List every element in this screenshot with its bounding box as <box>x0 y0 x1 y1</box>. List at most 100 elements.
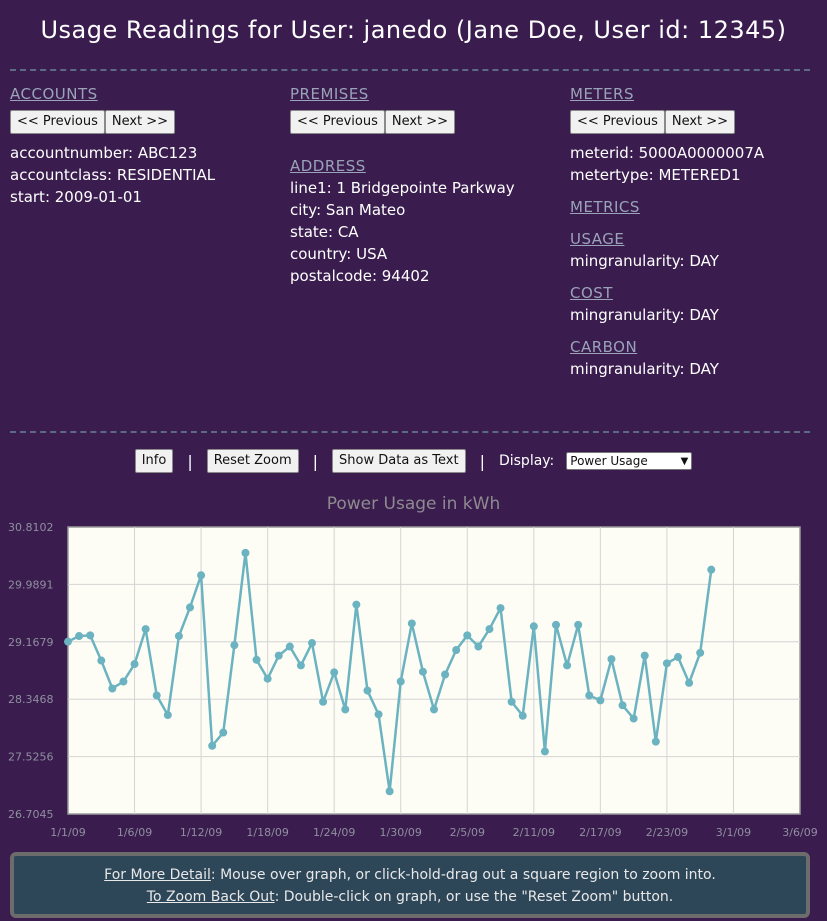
data-point <box>385 787 394 796</box>
y-tick-label: 29.9891 <box>8 578 54 591</box>
data-point <box>418 667 427 676</box>
data-point <box>152 691 161 700</box>
data-point <box>308 639 316 648</box>
data-point <box>97 656 106 665</box>
y-tick-label: 27.5256 <box>8 751 54 764</box>
data-point <box>274 651 283 660</box>
accounts-next-button[interactable]: Next >> <box>104 110 176 134</box>
data-point <box>507 697 516 706</box>
y-tick-label: 26.7045 <box>8 808 54 821</box>
x-tick-label: 1/18/09 <box>246 826 288 839</box>
metric-cost-heading[interactable]: COST <box>570 284 613 302</box>
metric-carbon-heading[interactable]: CARBON <box>570 338 637 356</box>
data-point <box>607 655 616 664</box>
meter-id-field: meterid: 5000A0000007A <box>570 144 765 162</box>
x-tick-label: 2/23/09 <box>646 826 688 839</box>
meters-previous-button[interactable]: << Previous <box>570 110 665 134</box>
chevron-down-icon: ▼ <box>680 455 689 467</box>
data-point <box>585 691 594 700</box>
address-line1-field: line1: 1 Bridgepointe Parkway <box>290 179 515 197</box>
data-point <box>396 677 405 686</box>
chart-title: Power Usage in kWh <box>326 494 501 514</box>
help-line-1: For More Detail: Mouse over graph, or cl… <box>104 867 716 883</box>
data-point <box>241 548 250 557</box>
top-divider <box>10 69 810 71</box>
data-point <box>119 677 128 686</box>
x-tick-label: 2/17/09 <box>579 826 621 839</box>
meters-next-button[interactable]: Next >> <box>664 110 736 134</box>
premises-heading[interactable]: PREMISES <box>290 85 369 103</box>
data-point <box>529 622 538 631</box>
x-tick-label: 1/1/09 <box>50 826 85 839</box>
metric-usage-heading[interactable]: USAGE <box>570 230 624 248</box>
meters-heading[interactable]: METERS <box>570 85 634 103</box>
data-point <box>474 642 483 651</box>
accounts-heading[interactable]: ACCOUNTS <box>10 85 98 103</box>
metric-usage-granularity: mingranularity: DAY <box>570 252 719 270</box>
accounts-pager: << Previous Next >> <box>10 110 270 134</box>
premises-previous-button[interactable]: << Previous <box>290 110 385 134</box>
data-point <box>163 711 172 720</box>
metrics-heading[interactable]: METRICS <box>570 198 640 216</box>
account-class-field: accountclass: RESIDENTIAL <box>10 166 216 184</box>
zoom-back-out-link[interactable]: To Zoom Back Out <box>147 889 275 905</box>
data-point <box>441 670 450 679</box>
address-heading[interactable]: ADDRESS <box>290 157 366 175</box>
address-state-field: state: CA <box>290 223 359 241</box>
account-start-field: start: 2009-01-01 <box>10 188 142 206</box>
data-point <box>463 631 472 640</box>
reset-zoom-button[interactable]: Reset Zoom <box>206 449 299 473</box>
toolbar-separator: | <box>479 451 485 471</box>
chart-toolbar: Info | Reset Zoom | Show Data as Text | … <box>0 449 827 473</box>
plot-area <box>67 526 801 815</box>
x-tick-label: 1/24/09 <box>313 826 355 839</box>
more-detail-link[interactable]: For More Detail <box>104 867 211 883</box>
data-point <box>363 686 372 695</box>
x-tick-label: 1/30/09 <box>380 826 422 839</box>
info-button[interactable]: Info <box>134 449 174 473</box>
data-point <box>618 701 627 710</box>
data-point <box>208 741 217 750</box>
data-point <box>662 659 671 668</box>
show-data-as-text-button[interactable]: Show Data as Text <box>332 449 466 473</box>
data-point <box>563 661 572 670</box>
data-point <box>319 697 328 706</box>
page-title: Usage Readings for User: janedo (Jane Do… <box>40 16 787 44</box>
data-point <box>141 625 150 634</box>
display-select[interactable]: Power Usage ▼ <box>566 452 693 470</box>
data-point <box>341 705 350 714</box>
x-tick-label: 1/6/09 <box>117 826 152 839</box>
accounts-previous-button[interactable]: << Previous <box>10 110 105 134</box>
premises-section: PREMISES << Previous Next >> ADDRESS lin… <box>290 84 550 287</box>
x-tick-label: 1/12/09 <box>180 826 222 839</box>
data-point <box>696 648 705 657</box>
data-point <box>75 632 84 641</box>
data-point <box>540 747 549 756</box>
address-postalcode-field: postalcode: 94402 <box>290 267 430 285</box>
premises-next-button[interactable]: Next >> <box>384 110 456 134</box>
toolbar-separator: | <box>312 451 319 471</box>
toolbar-separator: | <box>187 451 193 471</box>
data-point <box>518 711 527 720</box>
middle-divider <box>10 431 810 433</box>
y-tick-label: 30.8102 <box>8 521 54 534</box>
y-tick-label: 28.3468 <box>8 693 54 706</box>
x-tick-label: 3/6/09 <box>782 826 817 839</box>
power-usage-chart[interactable]: 1/1/09 1/6/09 1/12/09 1/18/09 1/24/09 1/30/09… <box>0 514 827 844</box>
data-point <box>552 620 560 629</box>
account-number-field: accountnumber: ABC123 <box>10 144 198 162</box>
data-point <box>430 705 438 714</box>
address-country-field: country: USA <box>290 245 388 263</box>
data-point <box>252 655 261 664</box>
data-point <box>674 653 682 662</box>
data-point <box>374 710 383 719</box>
data-point <box>230 641 239 650</box>
x-tick-label: 2/5/09 <box>450 826 485 839</box>
data-point <box>263 674 272 683</box>
display-select-value: Power Usage <box>570 454 648 468</box>
data-point <box>219 728 228 737</box>
x-tick-label: 2/11/09 <box>513 826 555 839</box>
metric-cost-granularity: mingranularity: DAY <box>570 306 719 324</box>
data-point <box>352 600 361 609</box>
y-tick-label: 29.1679 <box>8 636 54 649</box>
